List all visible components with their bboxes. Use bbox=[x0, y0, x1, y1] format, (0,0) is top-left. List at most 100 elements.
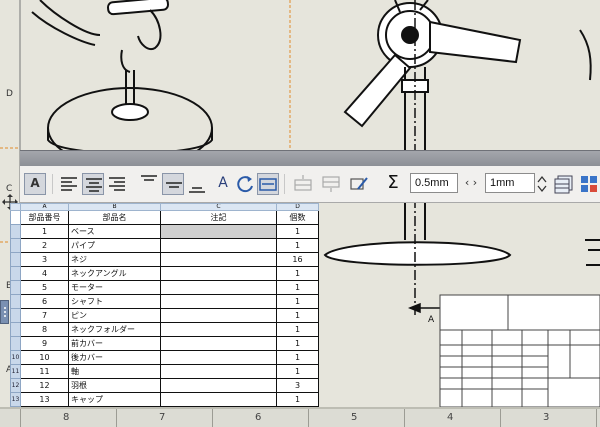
row-number[interactable] bbox=[10, 210, 21, 225]
table-row[interactable]: 9 前カバー 1 bbox=[10, 336, 319, 351]
row-number[interactable] bbox=[10, 252, 21, 267]
cell-part-name[interactable]: シャフト bbox=[68, 294, 161, 309]
table-row[interactable]: 10 10 後カバー 1 bbox=[10, 350, 319, 365]
side-panel-handle[interactable] bbox=[0, 300, 9, 324]
cell-part-number[interactable]: 5 bbox=[20, 280, 69, 295]
cell-quantity[interactable]: 1 bbox=[276, 364, 319, 379]
cell-part-number[interactable]: 9 bbox=[20, 336, 69, 351]
cell-quantity[interactable]: 1 bbox=[276, 238, 319, 253]
cell-part-number[interactable]: 12 bbox=[20, 378, 69, 393]
header-part-name[interactable]: 部品名 bbox=[68, 210, 161, 225]
spacing-arrows-icon[interactable]: ‹ › bbox=[460, 173, 482, 195]
cell-part-name[interactable]: モーター bbox=[68, 280, 161, 295]
font-style-icon[interactable]: A bbox=[212, 173, 234, 195]
align-top-icon[interactable] bbox=[138, 173, 160, 195]
font-button[interactable]: A bbox=[24, 173, 46, 195]
table-row[interactable]: 1 ベース 1 bbox=[10, 224, 319, 239]
table-row[interactable]: 2 パイプ 1 bbox=[10, 238, 319, 253]
cell-note[interactable] bbox=[160, 336, 277, 351]
corner-cell[interactable] bbox=[10, 203, 21, 211]
cell-quantity[interactable]: 16 bbox=[276, 252, 319, 267]
cell-note[interactable] bbox=[160, 392, 277, 407]
cell-part-number[interactable]: 2 bbox=[20, 238, 69, 253]
cell-part-name[interactable]: ネックアングル bbox=[68, 266, 161, 281]
cell-quantity[interactable]: 1 bbox=[276, 336, 319, 351]
column-letter-b[interactable]: B bbox=[68, 203, 161, 211]
align-center-icon[interactable] bbox=[82, 173, 104, 195]
row-number[interactable] bbox=[10, 322, 21, 337]
cell-quantity[interactable]: 3 bbox=[276, 378, 319, 393]
table-row[interactable]: 6 シャフト 1 bbox=[10, 294, 319, 309]
header-part-number[interactable]: 部品番号 bbox=[20, 210, 69, 225]
column-letter-c[interactable]: C bbox=[160, 203, 277, 211]
cell-note[interactable] bbox=[160, 224, 277, 239]
row-number[interactable] bbox=[10, 266, 21, 281]
row-number[interactable] bbox=[10, 238, 21, 253]
cell-part-name[interactable]: ピン bbox=[68, 308, 161, 323]
cell-part-number[interactable]: 6 bbox=[20, 294, 69, 309]
cell-part-number[interactable]: 8 bbox=[20, 322, 69, 337]
cell-quantity[interactable]: 1 bbox=[276, 308, 319, 323]
cell-part-name[interactable]: ネジ bbox=[68, 252, 161, 267]
cell-note[interactable] bbox=[160, 364, 277, 379]
cell-quantity[interactable]: 1 bbox=[276, 322, 319, 337]
cell-part-number[interactable]: 10 bbox=[20, 350, 69, 365]
cell-note[interactable] bbox=[160, 378, 277, 393]
grid-color-icon[interactable] bbox=[578, 173, 600, 195]
cell-part-name[interactable]: 羽根 bbox=[68, 378, 161, 393]
cell-part-name[interactable]: ネックフォルダー bbox=[68, 322, 161, 337]
cell-part-number[interactable]: 1 bbox=[20, 224, 69, 239]
table-row[interactable]: 8 ネックフォルダー 1 bbox=[10, 322, 319, 337]
cell-part-number[interactable]: 3 bbox=[20, 252, 69, 267]
cell-part-name[interactable]: 前カバー bbox=[68, 336, 161, 351]
cell-part-name[interactable]: 軸 bbox=[68, 364, 161, 379]
sum-icon[interactable]: Σ bbox=[382, 173, 404, 195]
row-number[interactable] bbox=[10, 308, 21, 323]
cell-quantity[interactable]: 1 bbox=[276, 392, 319, 407]
table-row[interactable]: 5 モーター 1 bbox=[10, 280, 319, 295]
cell-part-name[interactable]: ベース bbox=[68, 224, 161, 239]
toolbar-titlebar[interactable] bbox=[20, 150, 600, 167]
cell-quantity[interactable]: 1 bbox=[276, 224, 319, 239]
cell-part-name[interactable]: パイプ bbox=[68, 238, 161, 253]
row-number[interactable]: 11 bbox=[10, 364, 21, 379]
cell-note[interactable] bbox=[160, 280, 277, 295]
cell-quantity[interactable]: 1 bbox=[276, 266, 319, 281]
row-number[interactable] bbox=[10, 280, 21, 295]
cell-quantity[interactable]: 1 bbox=[276, 280, 319, 295]
insert-row-above-icon[interactable] bbox=[292, 173, 314, 195]
edit-cell-icon[interactable] bbox=[348, 173, 370, 195]
cell-quantity[interactable]: 1 bbox=[276, 350, 319, 365]
align-bottom-icon[interactable] bbox=[186, 173, 208, 195]
cell-note[interactable] bbox=[160, 308, 277, 323]
cell-note[interactable] bbox=[160, 350, 277, 365]
table-row[interactable]: 3 ネジ 16 bbox=[10, 252, 319, 267]
line-spacing-input[interactable]: 1mm bbox=[485, 173, 535, 193]
align-middle-icon[interactable] bbox=[162, 173, 184, 195]
insert-row-below-icon[interactable] bbox=[320, 173, 342, 195]
cell-part-number[interactable]: 13 bbox=[20, 392, 69, 407]
table-row[interactable]: 12 12 羽根 3 bbox=[10, 378, 319, 393]
fit-width-icon[interactable] bbox=[257, 173, 279, 195]
cell-note[interactable] bbox=[160, 294, 277, 309]
parts-list-table[interactable]: A B C D 部品番号 部品名 注記 個数 1 ベース 1 2 パイプ 1 3 ネジ 16 4 ネ… bbox=[10, 203, 319, 407]
align-right-icon[interactable] bbox=[106, 173, 128, 195]
table-row[interactable]: 13 13 キャップ 1 bbox=[10, 392, 319, 407]
row-number[interactable]: 10 bbox=[10, 350, 21, 365]
cell-part-name[interactable]: 後カバー bbox=[68, 350, 161, 365]
header-quantity[interactable]: 個数 bbox=[276, 210, 319, 225]
cell-part-name[interactable]: キャップ bbox=[68, 392, 161, 407]
row-number[interactable] bbox=[10, 336, 21, 351]
table-row[interactable]: 11 11 軸 1 bbox=[10, 364, 319, 379]
spin-stepper-icon[interactable] bbox=[536, 173, 548, 195]
table-properties-icon[interactable] bbox=[553, 173, 575, 195]
row-number[interactable]: 13 bbox=[10, 392, 21, 407]
cell-part-number[interactable]: 7 bbox=[20, 308, 69, 323]
row-number[interactable]: 12 bbox=[10, 378, 21, 393]
cell-quantity[interactable]: 1 bbox=[276, 294, 319, 309]
table-row[interactable]: 7 ピン 1 bbox=[10, 308, 319, 323]
cell-note[interactable] bbox=[160, 322, 277, 337]
row-number[interactable] bbox=[10, 224, 21, 239]
cell-note[interactable] bbox=[160, 238, 277, 253]
header-note[interactable]: 注記 bbox=[160, 210, 277, 225]
